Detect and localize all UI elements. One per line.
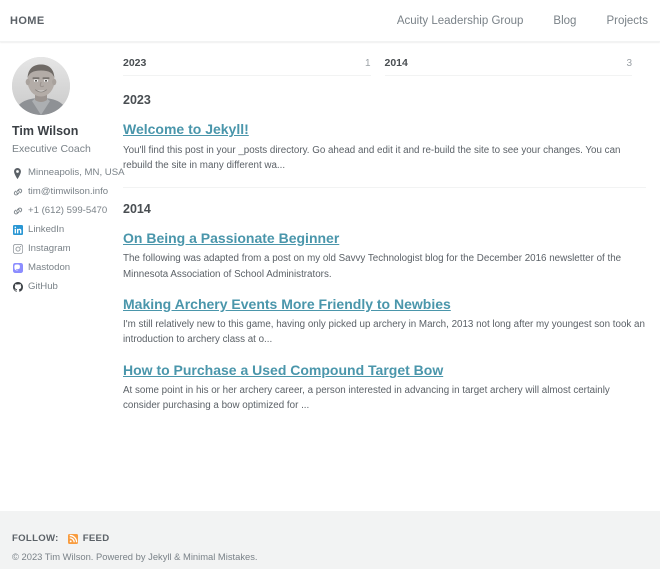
taxonomy-index-item: 2014 3 — [384, 57, 647, 76]
author-bio: Executive Coach — [12, 143, 91, 155]
follow-label: FOLLOW: — [12, 533, 59, 544]
archive-section-2014: 2014 On Being a Passionate Beginner The … — [123, 186, 646, 414]
masthead-inner: HOME Acuity Leadership Group Blog Projec… — [0, 0, 660, 42]
archive-section-2023: 2023 Welcome to Jekyll! You'll find this… — [123, 93, 646, 173]
taxonomy-name: 2023 — [123, 57, 147, 69]
page-wrapper: Tim Wilson Executive Coach Minneapolis, … — [0, 42, 660, 413]
archive-item: Making Archery Events More Friendly to N… — [123, 296, 646, 348]
archive-item-title: Making Archery Events More Friendly to N… — [123, 296, 646, 314]
author-link-label: Instagram — [28, 243, 71, 255]
author-link-phone[interactable]: +1 (612) 599-5470 — [12, 206, 118, 217]
instagram-icon — [12, 244, 23, 255]
link-icon — [12, 206, 23, 217]
taxonomy-name: 2014 — [384, 57, 408, 69]
github-icon — [12, 282, 23, 293]
map-pin-icon — [12, 167, 23, 179]
author-links-list: Minneapolis, MN, USA tim@timwilson.info … — [12, 167, 125, 293]
main-content: 2023 1 2014 3 2023 Welcome to Jekyll! Yo… — [118, 42, 660, 413]
taxonomy-count: 3 — [626, 58, 632, 69]
archive-year-heading: 2023 — [123, 93, 151, 107]
archive-item-title: How to Purchase a Used Compound Target B… — [123, 362, 646, 380]
taxonomy-index: 2023 1 2014 3 — [123, 57, 646, 76]
masthead: HOME Acuity Leadership Group Blog Projec… — [0, 0, 660, 42]
author-link-linkedin[interactable]: LinkedIn — [12, 225, 118, 236]
avatar-image — [12, 57, 70, 115]
linkedin-icon — [12, 225, 23, 236]
author-sidebar: Tim Wilson Executive Coach Minneapolis, … — [0, 42, 125, 301]
link-icon — [12, 187, 23, 198]
nav-link-blog[interactable]: Blog — [553, 15, 576, 27]
author-link-label: +1 (612) 599-5470 — [28, 205, 108, 217]
taxonomy-index-item: 2023 1 — [123, 57, 385, 76]
author-link-label: tim@timwilson.info — [28, 186, 109, 198]
post-link-on-being-a-passionate-beginner[interactable]: On Being a Passionate Beginner — [123, 230, 339, 246]
archive-item-excerpt: The following was adapted from a post on… — [123, 253, 622, 280]
feed-link[interactable]: FEED — [68, 533, 110, 544]
archive-item-title: On Being a Passionate Beginner — [123, 230, 646, 248]
rss-icon — [68, 533, 79, 544]
author-link-label: GitHub — [28, 281, 58, 293]
archive-item-excerpt: You'll find this post in your _posts dir… — [123, 144, 621, 171]
author-link-instagram[interactable]: Instagram — [12, 244, 118, 255]
author-link-email[interactable]: tim@timwilson.info — [12, 187, 118, 198]
author-link-label: LinkedIn — [28, 224, 65, 236]
follow-row: FOLLOW: FEED — [12, 533, 648, 544]
archive-item: How to Purchase a Used Compound Target B… — [123, 362, 646, 414]
author-link-mastodon[interactable]: Mastodon — [12, 263, 118, 274]
avatar — [12, 57, 70, 115]
feed-label: FEED — [82, 533, 110, 544]
post-link-how-to-purchase-a-used-compound-target-bow[interactable]: How to Purchase a Used Compound Target B… — [123, 362, 443, 378]
author-link-github[interactable]: GitHub — [12, 282, 118, 293]
nav-link-acuity-leadership-group[interactable]: Acuity Leadership Group — [397, 15, 524, 27]
taxonomy-index-link-2023[interactable]: 2023 1 — [123, 57, 371, 76]
page-footer: FOLLOW: FEED © 2023 Tim Wilson. Powered … — [0, 511, 660, 569]
archive-item: Welcome to Jekyll! You'll find this post… — [123, 121, 646, 173]
site-title-home-link[interactable]: HOME — [10, 15, 45, 27]
post-link-welcome-to-jekyll[interactable]: Welcome to Jekyll! — [123, 121, 249, 137]
post-link-making-archery-events-more-friendly-to-newbies[interactable]: Making Archery Events More Friendly to N… — [123, 296, 451, 312]
author-link-label: Mastodon — [28, 262, 71, 274]
taxonomy-count: 1 — [364, 58, 371, 69]
archive-year-heading: 2014 — [123, 201, 151, 216]
archive-item-excerpt: At some point in his or her archery care… — [123, 385, 610, 412]
archive-item: On Being a Passionate Beginner The follo… — [123, 230, 646, 282]
archive-item-excerpt: I'm still relatively new to this game, h… — [123, 319, 645, 346]
copyright-text: © 2023 Tim Wilson. Powered by Jekyll & M… — [12, 551, 258, 562]
mastodon-icon — [12, 263, 23, 274]
taxonomy-index-link-2014[interactable]: 2014 3 — [384, 57, 632, 76]
author-link-location[interactable]: Minneapolis, MN, USA — [12, 167, 125, 179]
author-link-label: Minneapolis, MN, USA — [28, 167, 125, 179]
nav-link-projects[interactable]: Projects — [606, 15, 648, 27]
primary-navigation: Acuity Leadership Group Blog Projects — [397, 15, 648, 27]
author-name: Tim Wilson — [12, 124, 79, 138]
archive-item-title: Welcome to Jekyll! — [123, 121, 646, 139]
